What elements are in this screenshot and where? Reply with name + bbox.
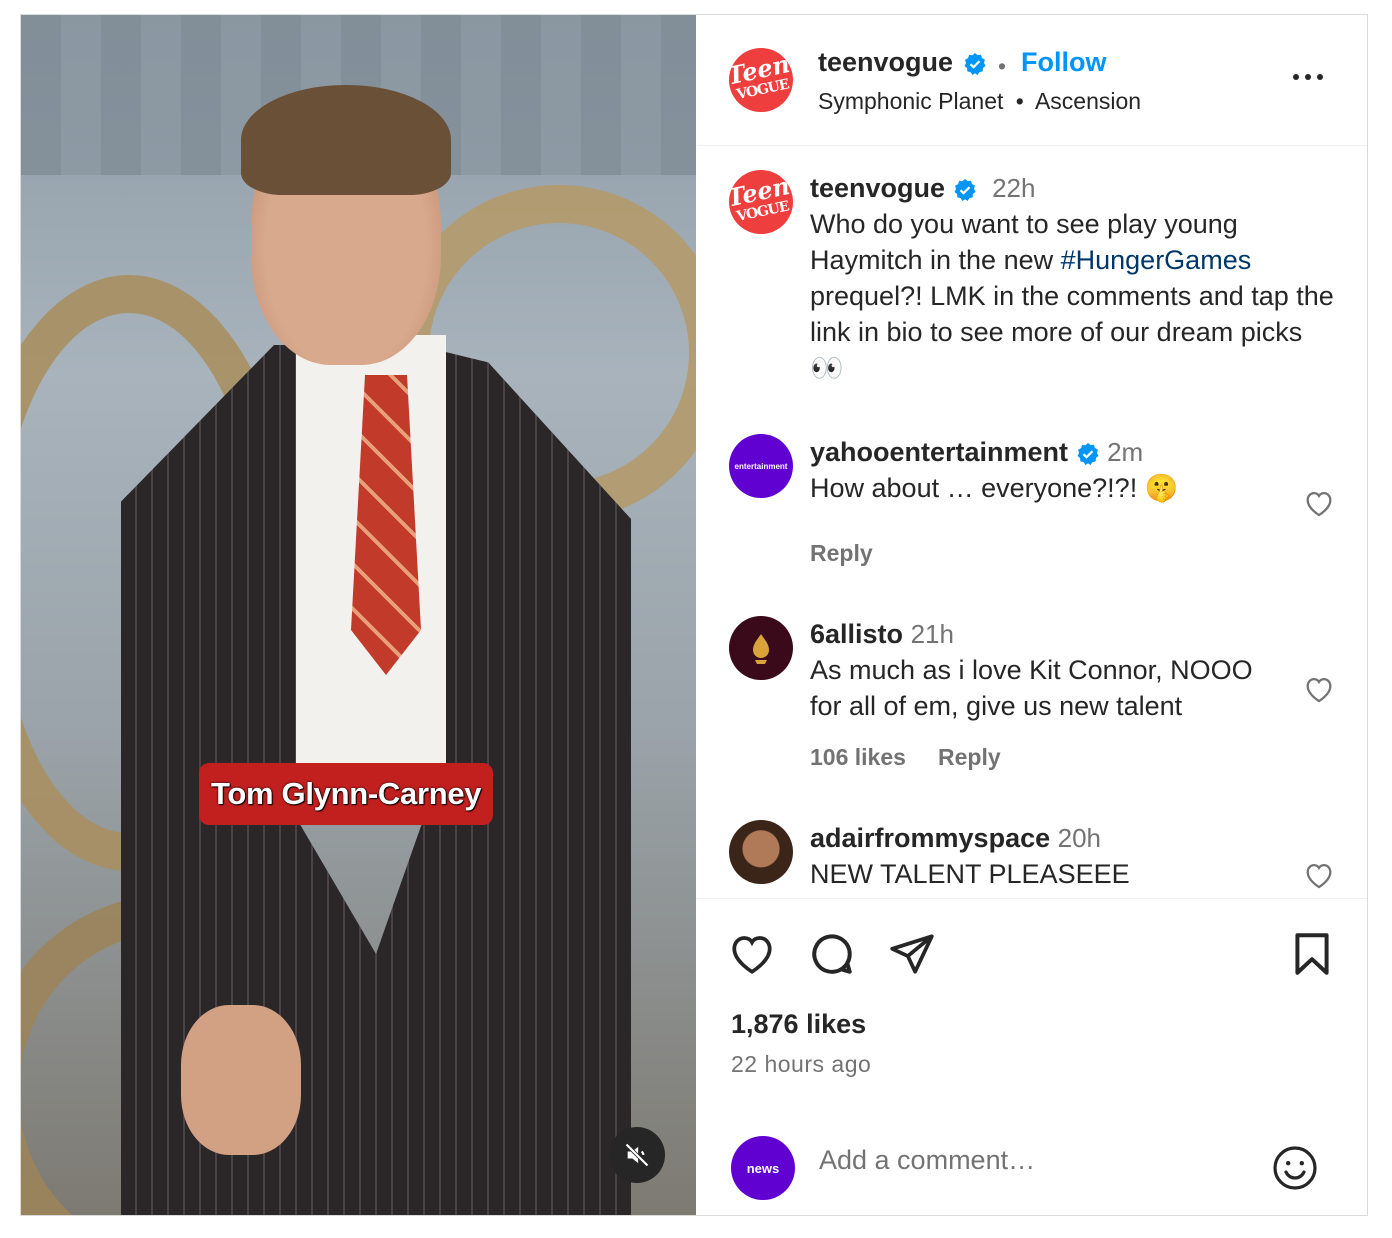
header-username[interactable]: teenvogue: [818, 47, 987, 78]
teenvogue-avatar[interactable]: Teen VOGUE: [729, 170, 793, 234]
post-actions: 1,876 likes 22 hours ago news Add a comm…: [697, 898, 1367, 1216]
share-icon[interactable]: [887, 929, 937, 979]
heart-icon[interactable]: [727, 929, 777, 979]
comment-item: 6allisto 21h As much as i love Kit Conno…: [810, 616, 1290, 724]
6allisto-avatar[interactable]: [729, 616, 793, 680]
post-details-panel: Teen VOGUE teenvogue • Follow Symphonic P…: [697, 15, 1367, 1215]
yahooentertainment-avatar[interactable]: entertainment: [729, 434, 793, 498]
comment-likes-count[interactable]: 106 likes: [810, 744, 906, 771]
comment-username[interactable]: 6allisto: [810, 619, 903, 649]
hair: [241, 85, 451, 195]
post-caption: teenvogue 22h Who do you want to see pla…: [810, 173, 1334, 383]
comment-text: How about … everyone?!?! 🤫: [810, 473, 1179, 503]
comment-like-heart-icon[interactable]: [1302, 672, 1336, 706]
comment-username[interactable]: yahooentertainment: [810, 437, 1068, 467]
reply-button[interactable]: Reply: [810, 540, 873, 567]
comment-icon[interactable]: [807, 929, 857, 979]
post-header: Teen VOGUE teenvogue • Follow Symphonic P…: [697, 15, 1367, 146]
verified-badge-icon: [964, 52, 986, 75]
comment-time: 2m: [1107, 437, 1144, 467]
comment-time: 20h: [1057, 823, 1102, 853]
comment-text: As much as i love Kit Connor, NOOO for a…: [810, 655, 1253, 721]
verified-badge-icon: [1077, 442, 1099, 465]
own-avatar: news: [731, 1136, 795, 1200]
person-figure: [81, 75, 641, 1215]
mute-icon: [625, 1143, 649, 1167]
header-username-link[interactable]: teenvogue: [818, 47, 953, 77]
audio-track[interactable]: Symphonic Planet • Ascension: [818, 88, 1141, 115]
post-video[interactable]: Tom Glynn-Carney: [21, 15, 696, 1215]
caption-time: 22h: [992, 173, 1036, 203]
comment-like-heart-icon[interactable]: [1302, 858, 1336, 892]
teenvogue-avatar[interactable]: Teen VOGUE: [729, 48, 793, 112]
hand: [181, 1005, 301, 1155]
adairfrommyspace-avatar[interactable]: [729, 820, 793, 884]
video-caption: Tom Glynn-Carney: [199, 763, 494, 825]
caption-username[interactable]: teenvogue: [810, 173, 945, 203]
post-timestamp[interactable]: 22 hours ago: [731, 1051, 871, 1078]
verified-badge-icon: [954, 178, 976, 201]
lamp-logo-icon: [753, 634, 769, 664]
mute-button[interactable]: [609, 1127, 665, 1183]
comment-username[interactable]: adairfrommyspace: [810, 823, 1050, 853]
dot-separator: •: [998, 53, 1007, 79]
more-options-icon[interactable]: [1291, 72, 1325, 82]
post-dialog: Tom Glynn-Carney Teen VOGUE teenvogue • …: [20, 14, 1368, 1216]
comment-item: adairfrommyspace 20h NEW TALENT PLEASEEE: [810, 820, 1290, 892]
add-comment-bar: news Add a comment…: [697, 1109, 1367, 1216]
emoji-icon[interactable]: [1271, 1144, 1319, 1192]
comment-like-heart-icon[interactable]: [1302, 486, 1336, 520]
comments-list[interactable]: Teen VOGUE teenvogue 22h Who do you want …: [697, 146, 1367, 898]
follow-button[interactable]: Follow: [1021, 47, 1106, 78]
reply-button[interactable]: Reply: [938, 744, 1001, 771]
hashtag-link[interactable]: #HungerGames: [1061, 245, 1252, 275]
bookmark-icon[interactable]: [1287, 929, 1337, 979]
comment-time: 21h: [910, 619, 954, 649]
post-likes-count[interactable]: 1,876 likes: [731, 1009, 866, 1040]
add-comment-input[interactable]: Add a comment…: [819, 1145, 1035, 1176]
comment-text: NEW TALENT PLEASEEE: [810, 859, 1130, 889]
comment-item: yahooentertainment 2m How about … everyo…: [810, 434, 1280, 506]
